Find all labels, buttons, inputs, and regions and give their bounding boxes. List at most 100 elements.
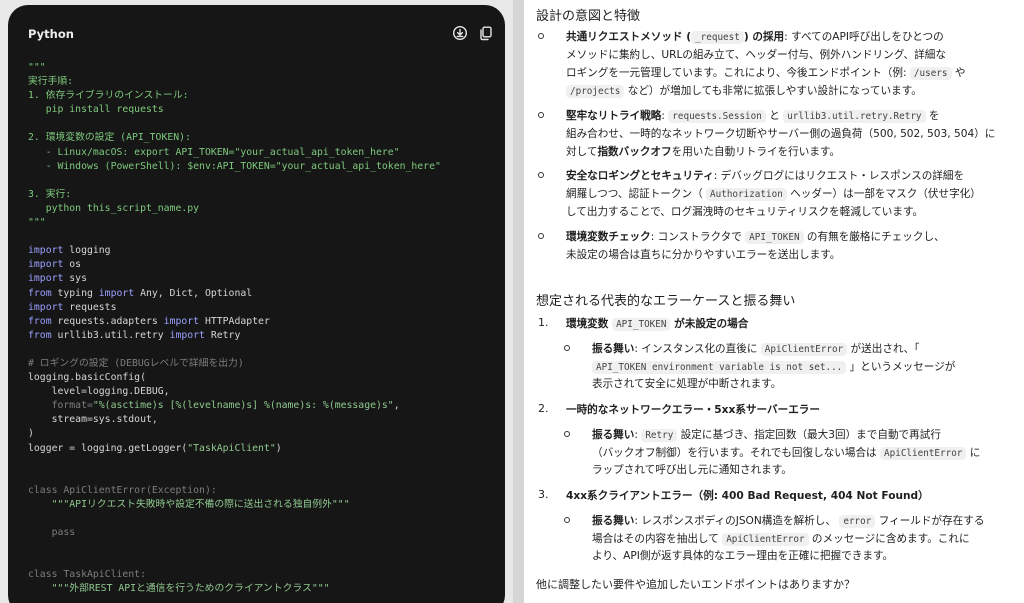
code-block-header: Python xyxy=(8,5,505,63)
code-token: ) xyxy=(275,442,282,454)
bullet-marker xyxy=(538,233,544,239)
bullet-1-line-2: メソッドに集約し、URLの組み立て、ヘッダー付与、例外ハンドリング、詳細な xyxy=(566,49,946,61)
code-token: logger = logging.getLogger( xyxy=(28,442,188,454)
case-3-line-3: より、API側が返す具体的なエラー理由を正確に把握できます。 xyxy=(592,550,894,562)
code-token: TaskApiClient: xyxy=(57,569,146,581)
bullet-1-l3-a: ロギングを一元管理しています。これにより、今後エンドポイント（例: xyxy=(566,67,910,79)
case-3-title: 4xx系クライアントエラー（例: 400 Bad Request, 404 No… xyxy=(566,490,929,502)
case-2-line-2: （バックオフ制御）を行います。それでも回復しない場合は ApiClientErr… xyxy=(592,445,980,460)
code-line: from typing import Any, Dict, Optional xyxy=(28,287,497,301)
code-token: class xyxy=(28,569,58,581)
inline-code: /users xyxy=(909,67,952,80)
case-1-label: 振る舞い xyxy=(592,343,635,355)
case-1-title-a: 環境変数 xyxy=(566,318,613,330)
case-3-l1-a: : レスポンスボディのJSON構造を解析し、 xyxy=(634,515,840,527)
case-1-l2-b: 」というメッセージが xyxy=(846,361,956,373)
bullet-2-l3-b: を用いた自動リトライを行います。 xyxy=(671,146,841,158)
code-line: logger = logging.getLogger("TaskApiClien… xyxy=(28,442,497,456)
code-line: 実行手順: xyxy=(28,75,497,89)
code-token: """APIリクエスト失敗時や設定不備の際に送出される独自例外""" xyxy=(28,498,350,510)
code-line: """外部REST APIと通信を行うためのクライアントクラス""" xyxy=(28,582,497,596)
code-line: from urllib3.util.retry import Retry xyxy=(28,329,497,343)
code-line: import logging xyxy=(28,244,497,258)
bullet-2-title: 堅牢なリトライ戦略 xyxy=(566,110,662,122)
bullet-1-line-3: ロギングを一元管理しています。これにより、今後エンドポイント（例: /users… xyxy=(566,65,965,80)
code-token: ApiClientError(Exception): xyxy=(57,484,217,496)
case-2-label: 振る舞い xyxy=(592,429,635,441)
code-line: 1. 依存ライブラリのインストール: xyxy=(28,89,497,103)
inline-code: Authorization xyxy=(706,188,787,201)
code-token: 2. 環境変数の設定 (API_TOKEN): xyxy=(28,132,191,144)
case-2-number: 2. xyxy=(538,402,549,415)
bullet-3-line-1: 安全なロギングとセキュリティ: デバッグログにはリクエスト・レスポンスの詳細を xyxy=(566,168,964,183)
panel-divider xyxy=(513,0,524,603)
code-line: import os xyxy=(28,258,497,272)
case-2-l2-a: （バックオフ制御）を行います。それでも回復しない場合は xyxy=(592,447,881,459)
case-2-title: 一時的なネットワークエラー・5xx系サーバーエラー xyxy=(566,404,820,416)
code-token: format= xyxy=(28,400,93,412)
code-token: requests.adapters xyxy=(51,315,164,327)
inline-code: error xyxy=(839,515,876,528)
bullet-3-l2-a: 網羅しつつ、認証トークン（ xyxy=(566,188,707,200)
download-icon[interactable] xyxy=(452,25,468,41)
code-token: sys xyxy=(63,273,87,285)
code-token: stream=sys.stdout, xyxy=(28,414,158,426)
code-token: requests xyxy=(63,301,117,313)
code-token: 3. 実行: xyxy=(28,188,72,200)
code-token: import xyxy=(169,329,205,341)
code-token: Any, Dict, Optional xyxy=(134,287,253,299)
case-2-l1-b: 設定に基づき、指定回数（最大3回）まで自動で再試行 xyxy=(677,429,941,441)
bullet-3-title: 安全なロギングとセキュリティ xyxy=(566,170,714,182)
code-line: ) xyxy=(28,427,497,441)
inline-code: Retry xyxy=(641,429,678,442)
code-token: "%(asctime)s [%(levelname)s] %(name)s: %… xyxy=(92,400,394,412)
inline-code: ApiClientError xyxy=(722,533,809,546)
bullet-marker xyxy=(538,112,544,118)
response-document: 設計の意図と特徴 共通リクエストメソッド (_request) の採用: すべて… xyxy=(524,0,1024,603)
case-1-l1-b: が送出され、「 xyxy=(847,343,920,355)
bullet-1-line-4: /projects など）が増加しても非常に拡張しやすい設計になっています。 xyxy=(566,83,922,98)
code-language-label: Python xyxy=(28,27,74,41)
case-3-line-2: 場合はその内容を抽出して ApiClientError のメッセージに含めます。… xyxy=(592,531,970,546)
case-1-line-2: API_TOKEN environment variable is not se… xyxy=(592,359,955,374)
case-2-line-1: 振る舞い: Retry 設定に基づき、指定回数（最大3回）まで自動で再試行 xyxy=(592,427,941,442)
case-2-line-3: ラップされて呼び出し元に通知されます。 xyxy=(592,464,792,476)
code-token: urllib3.util.retry xyxy=(51,329,170,341)
copy-icon[interactable] xyxy=(478,25,494,41)
code-token: HTTPAdapter xyxy=(199,315,270,327)
code-token: class xyxy=(28,484,58,496)
bullet-marker xyxy=(564,517,570,523)
code-lines: """ 実行手順: 1. 依存ライブラリのインストール: pip install r… xyxy=(28,61,497,597)
code-line: from requests.adapters import HTTPAdapte… xyxy=(28,315,497,329)
code-line: level=logging.DEBUG, xyxy=(28,385,497,399)
inline-code: API_TOKEN xyxy=(612,318,671,331)
code-token: , xyxy=(393,400,400,412)
bullet-3-line-3: して出力することで、ログ漏洩時のセキュリティリスクを軽減しています。 xyxy=(566,206,924,218)
bullet-3-l2-b: ヘッダー）は一部をマスク（伏せ字化） xyxy=(786,188,981,200)
code-line: # ロギングの設定 (DEBUGレベルで詳細を出力) xyxy=(28,357,497,371)
code-token: 実行手順: xyxy=(28,76,74,88)
code-line: import requests xyxy=(28,301,497,315)
code-token: ) xyxy=(28,428,34,440)
bullet-1-line-1: 共通リクエストメソッド (_request) の採用: すべてのAPI呼び出しを… xyxy=(566,29,944,44)
code-line: - Windows (PowerShell): $env:API_TOKEN="… xyxy=(28,160,497,174)
bullet-marker xyxy=(538,172,544,178)
code-token: logging.basicConfig( xyxy=(28,372,146,384)
code-token: import xyxy=(28,245,64,257)
code-line: logging.basicConfig( xyxy=(28,371,497,385)
code-token: from xyxy=(28,329,52,341)
inline-code: API_TOKEN xyxy=(745,231,804,244)
bullet-2-line-2: 組み合わせ、一時的なネットワーク切断やサーバー側の過負荷（500, 502, 5… xyxy=(566,128,996,140)
code-token: Retry xyxy=(204,329,241,341)
bullet-4-l1-a: : コンストラクタで xyxy=(650,231,746,243)
case-1-line-1: 振る舞い: インスタンス化の直後に ApiClientError が送出され、「 xyxy=(592,341,920,356)
code-line: python this_script_name.py xyxy=(28,202,497,216)
case-3-l2-b: のメッセージに含めます。これに xyxy=(808,533,970,545)
bullet-2-l3-a: 対して xyxy=(566,146,598,158)
case-1-line-3: 表示されて安全に処理が中断されます。 xyxy=(592,378,782,390)
